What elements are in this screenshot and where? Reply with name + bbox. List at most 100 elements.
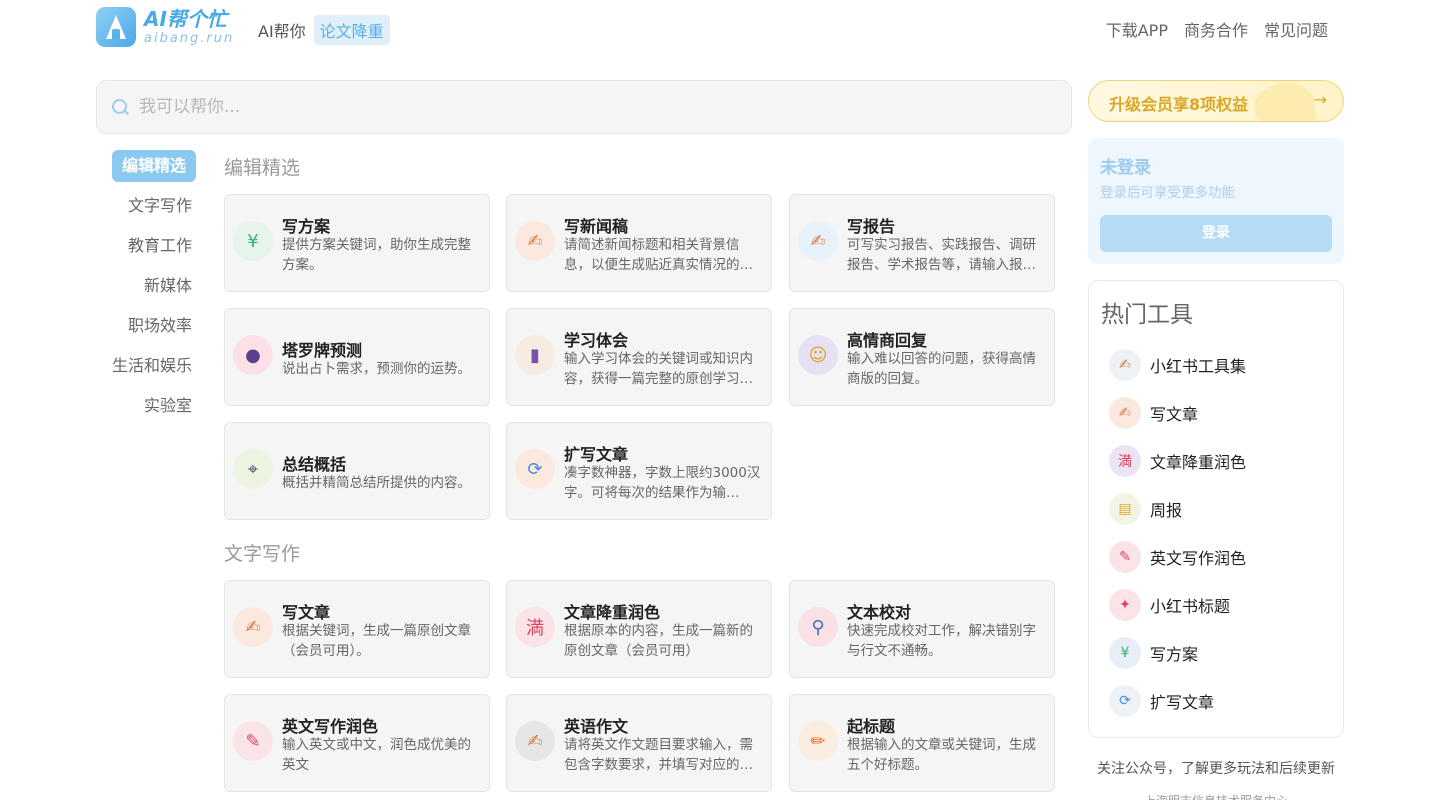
- hot-tool-item[interactable]: ▤ 周报: [1109, 493, 1329, 525]
- login-button[interactable]: 登录: [1100, 215, 1332, 252]
- card-title: 文本校对: [847, 603, 912, 622]
- magnifier-icon: ⚲: [798, 607, 838, 647]
- hot-tool-label: 小红书标题: [1150, 597, 1231, 616]
- full-badge-icon: 満: [515, 607, 555, 647]
- hot-tool-label: 文章降重润色: [1150, 453, 1247, 472]
- hot-tool-item[interactable]: ⟳ 扩写文章: [1109, 685, 1329, 717]
- pushpin-icon: ✦: [1109, 589, 1141, 621]
- pen-icon: ✎: [1109, 541, 1141, 573]
- category-education[interactable]: 教育工作: [96, 230, 196, 262]
- hot-tool-label: 英文写作润色: [1150, 549, 1247, 568]
- smile-icon: ☺: [798, 335, 838, 375]
- card-description: 输入难以回答的问题，获得高情商版的回复。: [847, 351, 1036, 387]
- tool-card[interactable]: ✏ 起标题 根据输入的文章或关键词，生成五个好标题。: [789, 694, 1055, 792]
- card-description: 快速完成校对工作，解决错别字与行文不通畅。: [847, 623, 1036, 659]
- hot-tool-item[interactable]: ¥ 写方案: [1109, 637, 1329, 669]
- card-description: 可写实习报告、实践报告、调研报告、学术报告等，请输入报…: [847, 237, 1036, 273]
- nav-download-app[interactable]: 下载APP: [1106, 17, 1168, 41]
- category-editor-picks[interactable]: 编辑精选: [112, 150, 196, 182]
- card-title: 总结概括: [282, 455, 347, 474]
- tool-card[interactable]: ⚲ 文本校对 快速完成校对工作，解决错别字与行文不通畅。: [789, 580, 1055, 678]
- tool-card[interactable]: ¥ 写方案 提供方案关键词，助你生成完整方案。: [224, 194, 490, 292]
- hot-glyph: ⟳: [1119, 693, 1131, 709]
- tool-card[interactable]: ✍ 写新闻稿 请简述新闻标题和相关背景信息，以便生成贴近真实情况的…: [506, 194, 772, 292]
- hot-glyph: 満: [1118, 454, 1132, 470]
- hot-glyph: ✍: [1119, 357, 1131, 373]
- card-glyph: ✍: [810, 230, 826, 252]
- nav-paper-rewrite[interactable]: 论文降重: [313, 15, 390, 45]
- card-description: 概括并精简总结所提供的内容。: [282, 475, 471, 491]
- vip-upgrade-button[interactable]: 升级会员享8项权益 →: [1088, 80, 1344, 122]
- category-menu: 编辑精选 文字写作 教育工作 新媒体 职场效率 生活和娱乐 实验室: [96, 150, 196, 430]
- primary-nav: AI帮你 论文降重: [258, 15, 390, 45]
- hot-tool-item[interactable]: ✦ 小红书标题: [1109, 589, 1329, 621]
- books-icon: ▮: [515, 335, 555, 375]
- tool-card[interactable]: ▮ 学习体会 输入学习体会的关键词或知识内容，获得一篇完整的原创学习…: [506, 308, 772, 406]
- card-description: 根据输入的文章或关键词，生成五个好标题。: [847, 737, 1036, 773]
- card-title: 塔罗牌预测: [282, 341, 363, 360]
- card-glyph: ⚲: [811, 616, 825, 638]
- tool-card[interactable]: ✍ 写报告 可写实习报告、实践报告、调研报告、学术报告等，请输入报…: [789, 194, 1055, 292]
- nav-business[interactable]: 商务合作: [1184, 17, 1248, 41]
- tool-card[interactable]: 満 文章降重润色 根据原本的内容，生成一篇新的原创文章（会员可用）: [506, 580, 772, 678]
- writing-hand-icon: ✍: [233, 607, 273, 647]
- arrow-right-icon: →: [1313, 90, 1327, 109]
- scroll-icon: ▤: [1109, 493, 1141, 525]
- card-description: 根据原本的内容，生成一篇新的原创文章（会员可用）: [564, 623, 753, 659]
- tool-card[interactable]: ✍ 写文章 根据关键词，生成一篇原创文章（会员可用）。: [224, 580, 490, 678]
- vip-label: 升级会员享8项权益: [1109, 95, 1249, 114]
- star-decoration-icon: [1250, 81, 1318, 121]
- hot-tool-label: 周报: [1150, 501, 1183, 520]
- nav-ai-help[interactable]: AI帮你: [258, 18, 306, 42]
- hot-tool-item[interactable]: ✎ 英文写作润色: [1109, 541, 1329, 573]
- login-hint: 登录后可享受更多功能: [1100, 185, 1235, 201]
- card-title: 英文写作润色: [282, 717, 379, 736]
- hot-tool-label: 小红书工具集: [1150, 357, 1247, 376]
- card-description: 输入学习体会的关键词或知识内容，获得一篇完整的原创学习…: [564, 351, 753, 387]
- category-lab[interactable]: 实验室: [96, 390, 196, 422]
- nav-faq[interactable]: 常见问题: [1264, 17, 1328, 41]
- plan-icon: ¥: [233, 221, 273, 261]
- tool-card[interactable]: ⟳ 扩写文章 凑字数神器，字数上限约3000汉字。可将每次的结果作为输…: [506, 422, 772, 520]
- card-glyph: ✍: [527, 230, 543, 252]
- writing-hand-icon: ✍: [515, 721, 555, 761]
- card-title: 起标题: [847, 717, 896, 736]
- hot-glyph: ✍: [1119, 405, 1131, 421]
- card-description: 请将英文作文题目要求输入，需包含字数要求，并填写对应的…: [564, 737, 753, 773]
- card-title: 扩写文章: [564, 445, 629, 464]
- tool-card[interactable]: ✎ 英文写作润色 输入英文或中文，润色成优美的英文: [224, 694, 490, 792]
- follow-notice: 关注公众号，了解更多玩法和后续更新: [1097, 761, 1335, 777]
- tool-card[interactable]: ☺ 高情商回复 输入难以回答的问题，获得高情商版的回复。: [789, 308, 1055, 406]
- search-icon: [111, 98, 129, 116]
- card-glyph: ●: [245, 344, 261, 366]
- tool-card[interactable]: ● 塔罗牌预测 说出占卜需求，预测你的运势。: [224, 308, 490, 406]
- card-title: 学习体会: [564, 331, 629, 350]
- category-writing[interactable]: 文字写作: [96, 190, 196, 222]
- search-bar: [96, 80, 1072, 134]
- card-glyph: ✍: [245, 616, 261, 638]
- tool-card[interactable]: ⌖ 总结概括 概括并精简总结所提供的内容。: [224, 422, 490, 520]
- card-title: 文章降重润色: [564, 603, 661, 622]
- full-badge-icon: 満: [1109, 445, 1141, 477]
- hot-tool-label: 扩写文章: [1150, 693, 1215, 712]
- card-description: 根据关键词，生成一篇原创文章（会员可用）。: [282, 623, 471, 659]
- card-description: 输入英文或中文，润色成优美的英文: [282, 737, 471, 773]
- company-name: 上海明志信息技术服务中心: [1088, 792, 1344, 800]
- hot-tool-item[interactable]: 満 文章降重润色: [1109, 445, 1329, 477]
- category-life-entertainment[interactable]: 生活和娱乐: [96, 350, 196, 382]
- writing-hand-icon: ✍: [798, 221, 838, 261]
- hot-tool-item[interactable]: ✍ 写文章: [1109, 397, 1329, 429]
- hot-glyph: ✦: [1119, 597, 1131, 613]
- tool-card[interactable]: ✍ 英语作文 请将英文作文题目要求输入，需包含字数要求，并填写对应的…: [506, 694, 772, 792]
- section-title: 编辑精选: [224, 157, 301, 179]
- search-input[interactable]: [139, 97, 1039, 117]
- logo-subtitle: aibang.run: [144, 31, 235, 46]
- hot-glyph: ▤: [1118, 501, 1132, 517]
- site-logo[interactable]: AI帮个忙 aibang.run: [96, 7, 234, 47]
- card-description: 说出占卜需求，预测你的运势。: [282, 361, 471, 377]
- card-glyph: ⌖: [247, 458, 259, 480]
- category-new-media[interactable]: 新媒体: [96, 270, 196, 302]
- category-work-efficiency[interactable]: 职场效率: [96, 310, 196, 342]
- hot-tool-item[interactable]: ✍ 小红书工具集: [1109, 349, 1329, 381]
- card-description: 请简述新闻标题和相关背景信息，以便生成贴近真实情况的…: [564, 237, 753, 273]
